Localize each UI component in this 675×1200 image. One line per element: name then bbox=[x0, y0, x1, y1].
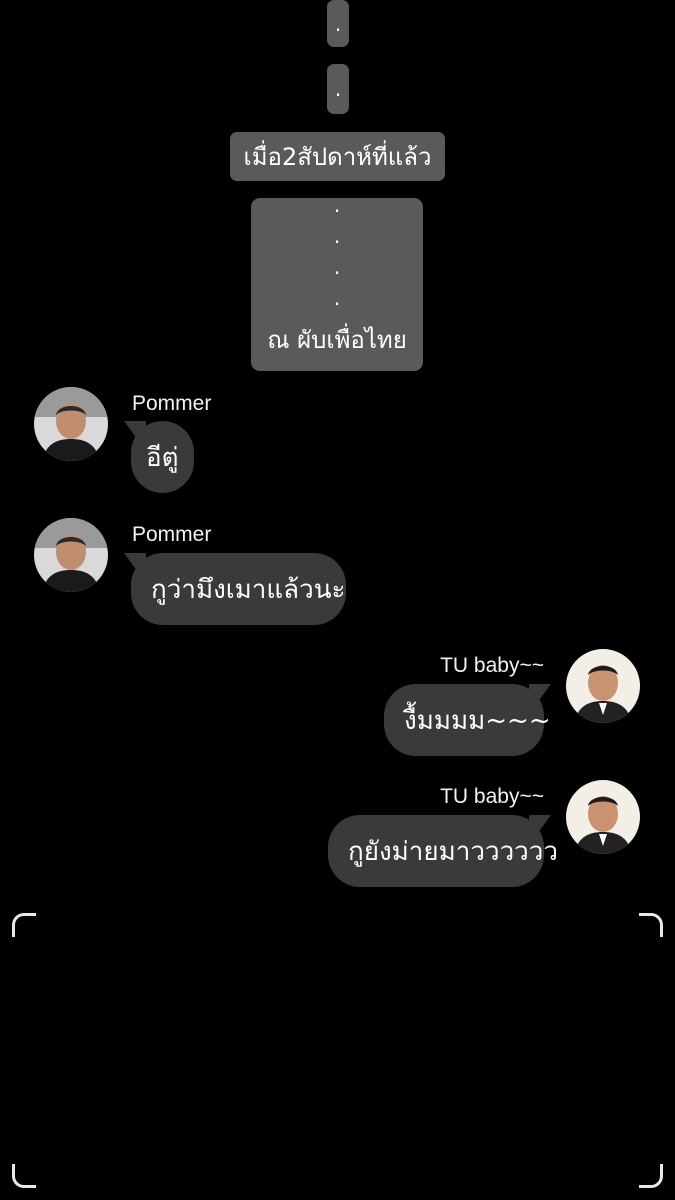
crop-corner-bottom-left bbox=[12, 1164, 36, 1188]
ellipsis-separator-top: . bbox=[327, 0, 349, 47]
notice-dot: . bbox=[333, 286, 341, 310]
sender-avatar[interactable] bbox=[34, 387, 108, 461]
sender-name: TU baby~~ bbox=[440, 654, 544, 677]
date-separator: เมื่อ2สัปดาห์ที่แล้ว bbox=[230, 132, 445, 181]
sender-name: Pommer bbox=[132, 523, 212, 546]
notice-dots: . . . . bbox=[334, 190, 340, 314]
message-text: กูว่ามึงเมาแล้วนะ bbox=[151, 574, 346, 605]
sender-avatar[interactable] bbox=[34, 518, 108, 592]
message-bubble[interactable]: งื้มมมม~~~ bbox=[384, 684, 551, 756]
ellipsis-dot: . bbox=[334, 77, 342, 101]
sender-name: TU baby~~ bbox=[440, 785, 544, 808]
message-text: งื้มมมม~~~ bbox=[404, 705, 551, 736]
person-avatar-icon bbox=[566, 649, 640, 723]
notice-dot: . bbox=[333, 224, 341, 248]
notice-dot: . bbox=[333, 193, 341, 217]
ellipsis-dot: . bbox=[334, 11, 342, 36]
sender-avatar[interactable] bbox=[566, 649, 640, 723]
date-separator-text: เมื่อ2สัปดาห์ที่แล้ว bbox=[243, 143, 432, 171]
crop-corner-top-right bbox=[639, 913, 663, 937]
crop-corner-bottom-right bbox=[639, 1164, 663, 1188]
message-bubble[interactable]: อีตู่ bbox=[131, 421, 194, 493]
person-avatar-icon bbox=[566, 780, 640, 854]
message-bubble[interactable]: กูว่ามึงเมาแล้วนะ bbox=[131, 553, 346, 625]
ellipsis-separator-second: . bbox=[327, 64, 349, 114]
person-avatar-icon bbox=[34, 518, 108, 592]
message-text: กูยังม่ายมาวววววว bbox=[348, 836, 558, 867]
sender-name: Pommer bbox=[132, 392, 212, 415]
message-bubble[interactable]: กูยังม่ายมาวววววว bbox=[328, 815, 558, 887]
message-text: อีตู่ bbox=[146, 442, 179, 473]
crop-corner-top-left bbox=[12, 913, 36, 937]
person-avatar-icon bbox=[34, 387, 108, 461]
system-notice: . . . . ณ ผับเพื่อไทย bbox=[251, 193, 423, 371]
notice-dot: . bbox=[333, 255, 341, 279]
notice-text: ณ ผับเพื่อไทย bbox=[267, 326, 407, 354]
sender-avatar[interactable] bbox=[566, 780, 640, 854]
